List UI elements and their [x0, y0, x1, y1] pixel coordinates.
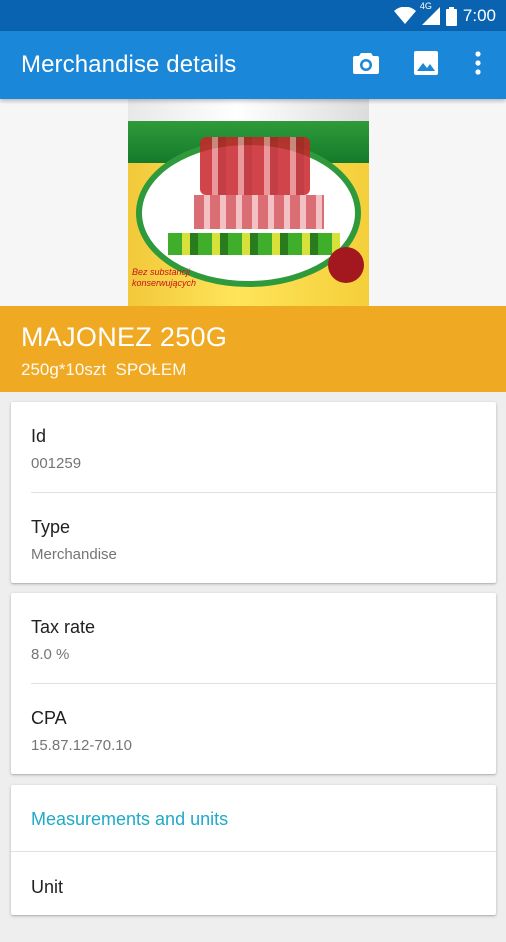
product-image[interactable]: Bez substancji konserwujących	[0, 99, 506, 306]
signal-icon: 4G	[420, 1, 440, 25]
more-options-button[interactable]	[458, 43, 498, 87]
product-name: MAJONEZ 250G	[21, 322, 228, 352]
product-header: MAJONEZ 250G 250g*10szt SPOŁEM	[0, 306, 506, 392]
unit-row[interactable]: Unit	[11, 852, 496, 942]
cpa-row[interactable]: CPA 15.87.12-70.10	[11, 684, 496, 774]
type-value: Merchandise	[31, 546, 117, 563]
section-title: Measurements and units	[31, 809, 229, 829]
type-label: Type	[31, 517, 71, 537]
camera-button[interactable]	[338, 43, 394, 87]
jar-lid	[128, 99, 369, 121]
status-icons: 4G 7:00	[393, 1, 496, 27]
label-strip	[168, 233, 340, 255]
status-bar: 4G 7:00	[0, 0, 506, 31]
network-type-label: 4G	[419, 1, 432, 11]
jar-label-text: Bez substancji konserwujących	[132, 267, 197, 288]
brand-mark	[194, 195, 324, 229]
cpa-label: CPA	[31, 708, 67, 728]
tax-rate-value: 8.0 %	[31, 646, 70, 663]
tax-info-card: Tax rate 8.0 % CPA 15.87.12-70.10	[11, 593, 496, 774]
page-title: Merchandise details	[21, 51, 237, 78]
id-value: 001259	[31, 455, 82, 472]
status-time: 7:00	[462, 6, 496, 25]
app-bar-actions	[338, 43, 498, 87]
battery-icon	[445, 6, 457, 26]
app-bar: Merchandise details	[0, 31, 506, 99]
id-label: Id	[31, 426, 47, 446]
gallery-button[interactable]	[398, 43, 454, 87]
unit-label: Unit	[31, 877, 64, 897]
brand-logo-icon	[200, 137, 310, 195]
product-subtitle: 250g*10szt SPOŁEM	[21, 360, 187, 379]
cpa-value: 15.87.12-70.10	[31, 737, 132, 754]
image-icon	[414, 50, 438, 80]
tax-rate-label: Tax rate	[31, 617, 96, 637]
wifi-icon	[393, 7, 416, 25]
measurements-card: Measurements and units Unit	[11, 785, 496, 915]
basic-info-card: Id 001259 Type Merchandise	[11, 402, 496, 583]
seal-icon	[328, 247, 364, 283]
tax-rate-row[interactable]: Tax rate 8.0 %	[11, 593, 496, 683]
mayonnaise-jar-image: Bez substancji konserwujących	[128, 99, 369, 306]
id-row[interactable]: Id 001259	[11, 402, 496, 492]
more-vert-icon	[475, 50, 481, 80]
camera-icon	[353, 51, 379, 80]
type-row[interactable]: Type Merchandise	[11, 493, 496, 583]
